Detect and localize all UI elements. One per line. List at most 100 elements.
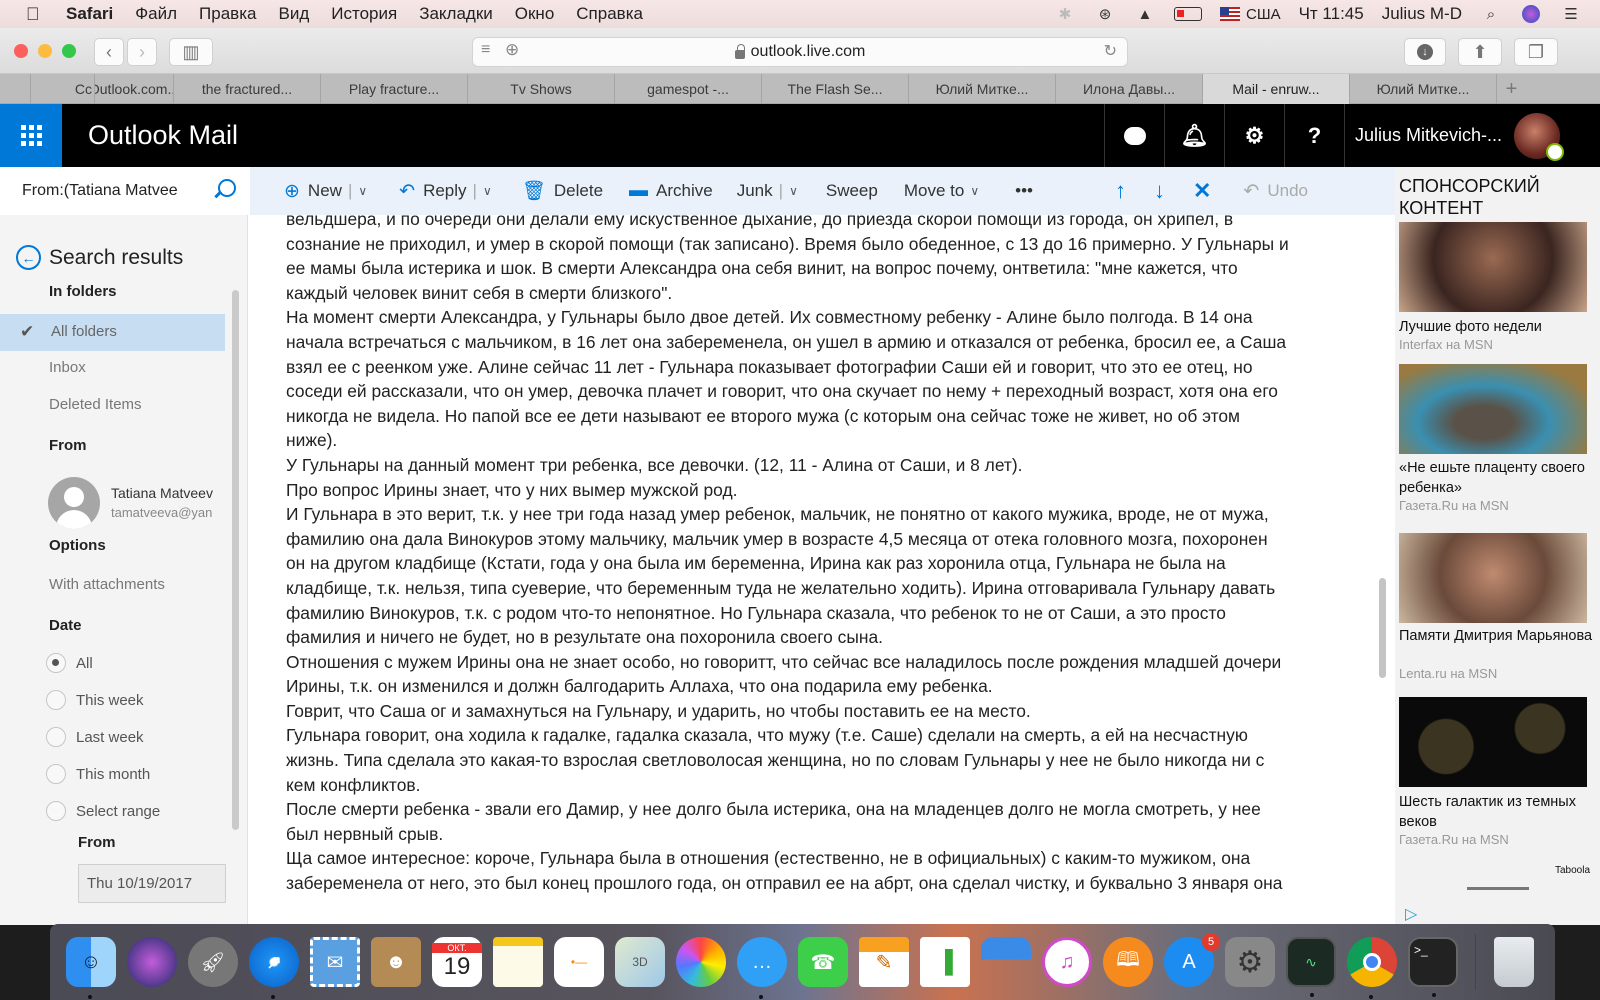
folder-option-inbox[interactable]: Inbox bbox=[49, 359, 86, 376]
date-radio-this-week[interactable] bbox=[46, 690, 66, 710]
delete-button[interactable]: 🗑︎ Delete bbox=[522, 179, 603, 203]
next-message-icon[interactable]: ↓ bbox=[1154, 178, 1165, 204]
dock-system-preferences[interactable]: ⚙ bbox=[1225, 937, 1275, 987]
menu-view[interactable]: Вид bbox=[278, 4, 309, 24]
menu-bookmarks[interactable]: Закладки bbox=[419, 4, 493, 24]
pinned-tab[interactable] bbox=[0, 74, 30, 104]
tab-6[interactable]: gamespot -... bbox=[614, 74, 761, 104]
airplay-icon[interactable]: ▲ bbox=[1134, 5, 1156, 23]
dock-contacts[interactable]: ☻ bbox=[371, 937, 421, 987]
siri-icon[interactable] bbox=[1520, 5, 1542, 23]
reading-pane-scrollbar[interactable] bbox=[1379, 578, 1386, 678]
taboola-label[interactable]: Taboola bbox=[1555, 865, 1590, 876]
new-dropdown-chevron-icon[interactable]: ∨ bbox=[358, 184, 367, 198]
date-radio-this-month[interactable] bbox=[46, 764, 66, 784]
dock-messages[interactable]: … bbox=[737, 937, 787, 999]
reply-button[interactable]: ↶ Reply | ∨ bbox=[399, 180, 492, 203]
tab-2[interactable]: Outlook.com... bbox=[94, 74, 173, 104]
dock-numbers[interactable]: ▐ bbox=[920, 937, 970, 987]
downloads-button[interactable]: ↓ bbox=[1404, 38, 1446, 66]
ad-image-1[interactable] bbox=[1399, 222, 1587, 312]
new-tab-button[interactable]: + bbox=[1496, 74, 1526, 104]
help-button[interactable]: ? bbox=[1284, 104, 1344, 167]
more-actions-button[interactable]: ••• bbox=[1015, 181, 1033, 201]
reply-dropdown-chevron-icon[interactable]: ∨ bbox=[483, 184, 492, 198]
filter-pane-scrollbar[interactable] bbox=[232, 290, 239, 830]
dock-trash[interactable] bbox=[1494, 937, 1534, 987]
sweep-button[interactable]: Sweep bbox=[826, 181, 878, 201]
tab-overview-button[interactable]: ❐ bbox=[1514, 38, 1558, 66]
close-window-button[interactable] bbox=[14, 44, 28, 58]
dock-facetime[interactable]: ☎ bbox=[798, 937, 848, 987]
menu-window[interactable]: Окно bbox=[515, 4, 555, 24]
search-input[interactable]: From:(Tatiana Matvee bbox=[0, 167, 250, 215]
dock-mail[interactable]: ✉ bbox=[310, 937, 360, 987]
menu-history[interactable]: История bbox=[331, 4, 397, 24]
dock-ibooks[interactable]: 🕮︎ bbox=[1103, 937, 1153, 987]
dock-finder[interactable]: ☺ bbox=[66, 937, 116, 999]
tab-3[interactable]: the fractured... bbox=[173, 74, 320, 104]
tab-4[interactable]: Play fracture... bbox=[320, 74, 467, 104]
with-attachments-option[interactable]: With attachments bbox=[49, 576, 165, 593]
ad-title-4[interactable]: Шесть галактик из темных веков bbox=[1399, 792, 1597, 832]
dock-reminders[interactable]: •— bbox=[554, 937, 604, 987]
dock-photos[interactable] bbox=[676, 937, 726, 987]
junk-dropdown-chevron-icon[interactable]: ∨ bbox=[789, 184, 798, 198]
tab-8[interactable]: Юлий Митке... bbox=[908, 74, 1055, 104]
dock-safari[interactable]: ↗ bbox=[249, 937, 299, 999]
dock-notes[interactable] bbox=[493, 937, 543, 987]
ad-title-2[interactable]: «Не ешьте плаценту своего ребенка» bbox=[1399, 458, 1597, 498]
search-icon[interactable] bbox=[218, 179, 236, 197]
dock-launchpad[interactable]: 🚀︎ bbox=[188, 937, 238, 987]
notification-center-icon[interactable]: ☰ bbox=[1560, 5, 1582, 23]
tab-11[interactable]: Юлий Митке... bbox=[1349, 74, 1496, 104]
date-radio-last-week[interactable] bbox=[46, 727, 66, 747]
previous-message-icon[interactable]: ↑ bbox=[1115, 178, 1126, 204]
sender-name[interactable]: Tatiana Matveeva bbox=[111, 485, 213, 501]
add-page-icon[interactable]: ⊕ bbox=[505, 40, 519, 60]
zoom-window-button[interactable] bbox=[62, 44, 76, 58]
notifications-button[interactable]: 🔔︎ bbox=[1164, 104, 1224, 167]
move-to-button[interactable]: Move to ∨ bbox=[904, 181, 979, 201]
reader-icon[interactable]: ≡ bbox=[481, 41, 490, 59]
clock[interactable]: Чт 11:45 bbox=[1299, 4, 1364, 24]
address-bar[interactable]: ≡ ⊕ outlook.live.com ↻ bbox=[472, 37, 1128, 67]
dock-maps[interactable]: 3D bbox=[615, 937, 665, 987]
forward-button[interactable]: › bbox=[127, 38, 157, 66]
app-launcher-button[interactable] bbox=[0, 104, 62, 167]
dock-calendar[interactable]: ОКТ. 19 bbox=[432, 937, 482, 987]
menu-edit[interactable]: Правка bbox=[199, 4, 256, 24]
tab-1[interactable]: Cc bbox=[30, 74, 94, 104]
account-button[interactable]: Julius Mitkevich-... bbox=[1344, 104, 1600, 167]
settings-button[interactable]: ⚙ bbox=[1224, 104, 1284, 167]
dock-itunes[interactable]: ♫ bbox=[1042, 937, 1092, 987]
folder-option-all-folders[interactable]: ✔ All folders bbox=[0, 314, 225, 351]
sender-email[interactable]: tamatveeva@yandex.ru bbox=[111, 505, 213, 520]
ad-scroll-indicator[interactable] bbox=[1467, 887, 1529, 890]
undo-button[interactable]: ↶ Undo bbox=[1243, 180, 1308, 203]
back-arrow-icon[interactable]: ← bbox=[16, 245, 41, 270]
apple-icon[interactable]:  bbox=[26, 4, 44, 25]
date-radio-all[interactable] bbox=[46, 653, 66, 673]
new-button[interactable]: ⊕ New | ∨ bbox=[284, 180, 367, 203]
dock-chrome[interactable] bbox=[1347, 937, 1397, 999]
ad-title-1[interactable]: Лучшие фото недели bbox=[1399, 317, 1597, 337]
sidebar-toggle-button[interactable]: ▥ bbox=[169, 38, 213, 66]
tab-5[interactable]: Tv Shows bbox=[467, 74, 614, 104]
spotlight-icon[interactable]: ⌕ bbox=[1480, 5, 1502, 23]
minimize-window-button[interactable] bbox=[38, 44, 52, 58]
dock-pages[interactable]: ✎ bbox=[859, 937, 909, 987]
ad-image-4[interactable] bbox=[1399, 697, 1587, 787]
tab-10-active[interactable]: Mail - enruw... bbox=[1202, 74, 1349, 104]
creative-cloud-icon[interactable]: ⊛ bbox=[1094, 5, 1116, 23]
back-button[interactable]: ‹ bbox=[94, 38, 124, 66]
tab-7[interactable]: The Flash Se... bbox=[761, 74, 908, 104]
bluetooth-icon[interactable]: ✱ bbox=[1054, 5, 1076, 23]
folder-option-deleted-items[interactable]: Deleted Items bbox=[49, 396, 142, 413]
dock-app-store[interactable]: A5 bbox=[1164, 933, 1220, 987]
date-radio-select-range[interactable] bbox=[46, 801, 66, 821]
dock-activity-monitor[interactable]: ∿ bbox=[1286, 937, 1336, 997]
ad-image-2[interactable] bbox=[1399, 364, 1587, 454]
junk-button[interactable]: Junk | ∨ bbox=[737, 181, 798, 201]
dock-terminal[interactable]: >_ bbox=[1408, 937, 1458, 997]
